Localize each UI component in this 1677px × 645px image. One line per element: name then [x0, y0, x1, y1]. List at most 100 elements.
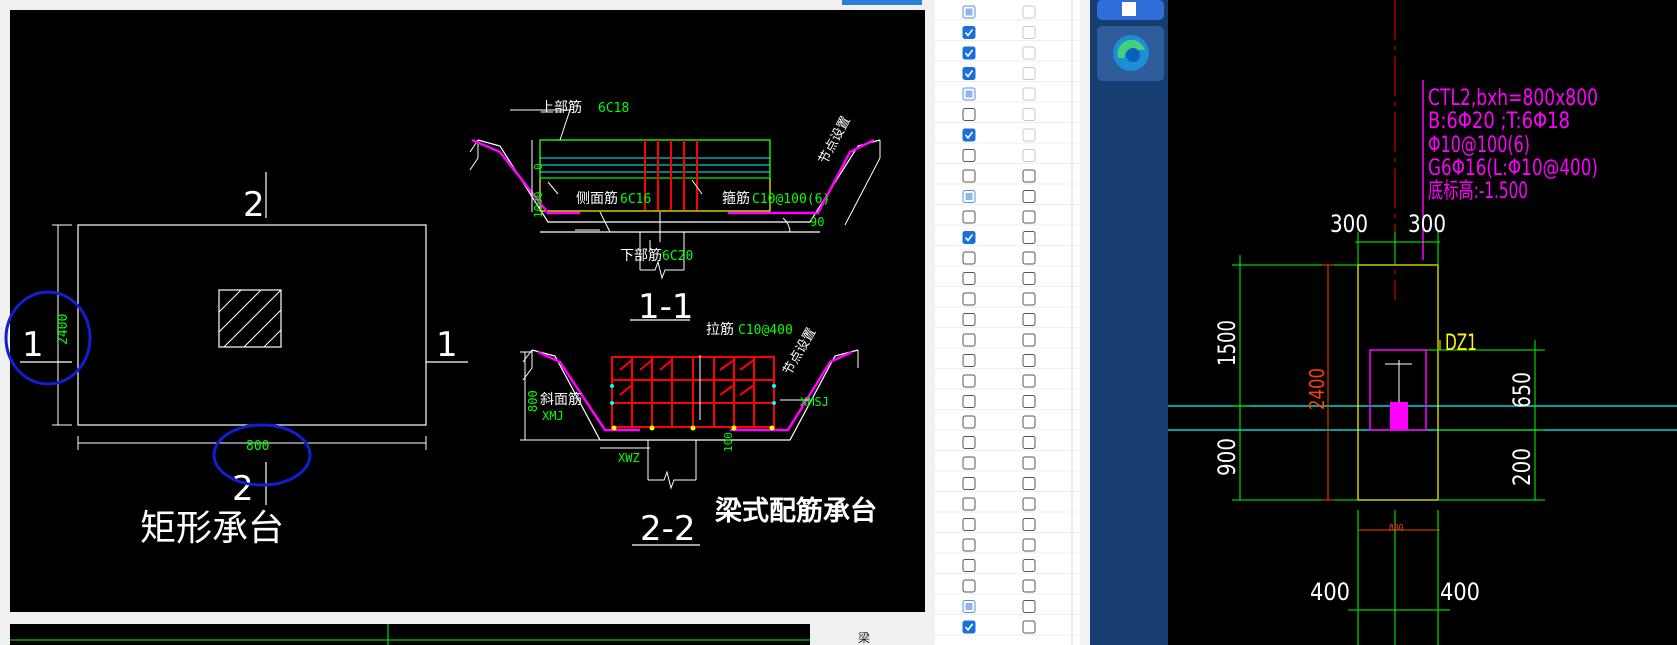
- row-checkbox-secondary[interactable]: [1022, 436, 1036, 449]
- tie-rebar-value: C10@400: [738, 323, 793, 338]
- row-checkbox-primary[interactable]: [962, 518, 976, 531]
- dim-text-400-left: 400: [1310, 578, 1350, 606]
- row-checkbox-primary[interactable]: [962, 374, 976, 388]
- section-label-2-bottom: 2: [232, 469, 254, 509]
- row-checkbox-secondary[interactable]: [1022, 559, 1036, 572]
- row-checkbox-secondary[interactable]: [1022, 5, 1036, 19]
- dim-text-800: 800: [246, 439, 269, 454]
- xwz-label: XWZ: [618, 451, 640, 465]
- dim-text-1000: 1000: [532, 192, 545, 219]
- row-checkbox-primary[interactable]: [962, 313, 976, 326]
- cad-bottom-strip: [10, 624, 810, 645]
- row-checkbox-secondary[interactable]: [1022, 497, 1036, 511]
- row-checkbox-primary[interactable]: [962, 620, 976, 634]
- row-checkbox-secondary[interactable]: [1022, 108, 1036, 121]
- row-checkbox-secondary[interactable]: [1022, 415, 1036, 429]
- row-checkbox-primary[interactable]: [962, 415, 976, 429]
- section-title-1-1: 1-1: [638, 287, 694, 327]
- row-checkbox-secondary[interactable]: [1022, 395, 1036, 408]
- section-title-2-2: 2-2: [640, 509, 696, 549]
- row-checkbox-secondary[interactable]: [1022, 620, 1036, 634]
- section-label-2-top: 2: [243, 185, 265, 225]
- row-checkbox-primary[interactable]: [962, 67, 976, 80]
- row-checkbox-primary[interactable]: [962, 579, 976, 593]
- tree-item-beam[interactable]: 梁: [858, 630, 870, 645]
- annotation-line-4: G6Φ16(L:Φ10@400): [1428, 156, 1598, 181]
- top-blue-button[interactable]: [842, 0, 922, 5]
- stirrup-label: 箍筋: [722, 190, 750, 207]
- row-checkbox-primary[interactable]: [962, 436, 976, 449]
- row-checkbox-primary[interactable]: [962, 231, 976, 244]
- row-checkbox-secondary[interactable]: [1022, 518, 1036, 531]
- indeterminate-icon: [965, 603, 973, 610]
- row-checkbox-secondary[interactable]: [1022, 600, 1036, 613]
- row-checkbox-primary[interactable]: [962, 395, 976, 408]
- row-checkbox-secondary[interactable]: [1022, 26, 1036, 39]
- dim-text-800-small: 800: [1389, 523, 1404, 532]
- row-checkbox-primary[interactable]: [962, 169, 976, 183]
- row-checkbox-primary[interactable]: [962, 26, 976, 39]
- row-checkbox-secondary[interactable]: [1022, 46, 1036, 60]
- dim-text-650: 650: [1508, 372, 1536, 408]
- xmj-label: XMJ: [542, 409, 564, 423]
- row-checkbox-secondary[interactable]: [1022, 292, 1036, 306]
- row-checkbox-secondary[interactable]: [1022, 354, 1036, 367]
- annotation-line-2: B:6Φ20 ;T:6Φ18: [1428, 109, 1570, 134]
- row-checkbox-secondary[interactable]: [1022, 313, 1036, 326]
- row-checkbox-secondary[interactable]: [1022, 333, 1036, 347]
- row-checkbox-primary[interactable]: [962, 128, 976, 142]
- row-checkbox-secondary[interactable]: [1022, 538, 1036, 552]
- bottom-rebar-value: 6C20: [662, 249, 693, 264]
- row-checkbox-secondary[interactable]: [1022, 231, 1036, 244]
- row-checkbox-secondary[interactable]: [1022, 374, 1036, 388]
- dim-text-1500: 1500: [1213, 320, 1241, 366]
- dim-text-300-left: 300: [1330, 210, 1368, 238]
- row-checkbox-secondary[interactable]: [1022, 87, 1036, 101]
- row-checkbox-primary[interactable]: [962, 456, 976, 470]
- checkbox-list-panel: [935, 0, 1090, 645]
- row-checkbox-primary[interactable]: [962, 292, 976, 306]
- dim-text-800-section: 800: [526, 390, 540, 412]
- row-checkbox-secondary[interactable]: [1022, 67, 1036, 80]
- row-checkbox-secondary[interactable]: [1022, 456, 1036, 470]
- row-checkbox-secondary[interactable]: [1022, 128, 1036, 142]
- row-checkbox-secondary[interactable]: [1022, 210, 1036, 224]
- row-checkbox-primary[interactable]: [962, 46, 976, 60]
- row-checkbox-secondary[interactable]: [1022, 149, 1036, 162]
- checkbox-panel-scrollbar[interactable]: [1080, 0, 1090, 645]
- row-checkbox-primary[interactable]: [962, 210, 976, 224]
- row-checkbox-primary[interactable]: [962, 559, 976, 572]
- side-rebar-label: 侧面筋: [576, 190, 618, 207]
- annotation-line-3: Φ10@100(6): [1428, 133, 1530, 158]
- row-checkbox-secondary[interactable]: [1022, 272, 1036, 285]
- row-checkbox-primary[interactable]: [962, 251, 976, 265]
- section-label-1-right: 1: [436, 325, 458, 365]
- indeterminate-icon: [965, 193, 973, 200]
- indeterminate-icon: [965, 90, 973, 98]
- row-checkbox-primary[interactable]: [962, 272, 976, 285]
- row-checkbox-secondary[interactable]: [1022, 477, 1036, 490]
- row-checkbox-primary[interactable]: [962, 354, 976, 367]
- stirrup-value: C10@100(6): [752, 192, 830, 207]
- angle-90: 90: [810, 215, 824, 229]
- row-checkbox-primary[interactable]: [962, 149, 976, 162]
- row-checkbox-primary[interactable]: [962, 538, 976, 552]
- row-checkbox-primary[interactable]: [962, 497, 976, 511]
- dim-text-100: 100: [722, 432, 735, 452]
- dim-text-2400: 2400: [56, 314, 71, 345]
- row-checkbox-secondary[interactable]: [1022, 579, 1036, 593]
- dim-text-400-right: 400: [1440, 578, 1480, 606]
- row-checkbox-primary[interactable]: [962, 333, 976, 347]
- bottom-rebar-label: 下部筋: [620, 247, 662, 264]
- section-label-1-left: 1: [22, 325, 44, 365]
- row-checkbox-primary[interactable]: [962, 108, 976, 121]
- row-checkbox-secondary[interactable]: [1022, 190, 1036, 203]
- slope-rebar-label: 斜面筋: [540, 391, 582, 408]
- row-checkbox-secondary[interactable]: [1022, 251, 1036, 265]
- row-checkbox-primary[interactable]: [962, 477, 976, 490]
- dim-text-2400-right: 2400: [1305, 368, 1329, 410]
- beam-cap-caption: 梁式配筋承台: [715, 495, 877, 527]
- annotation-line-1: CTL2,bxh=800x800: [1428, 86, 1598, 111]
- row-checkbox-secondary[interactable]: [1022, 169, 1036, 183]
- dim-text-0: 0: [532, 163, 545, 170]
